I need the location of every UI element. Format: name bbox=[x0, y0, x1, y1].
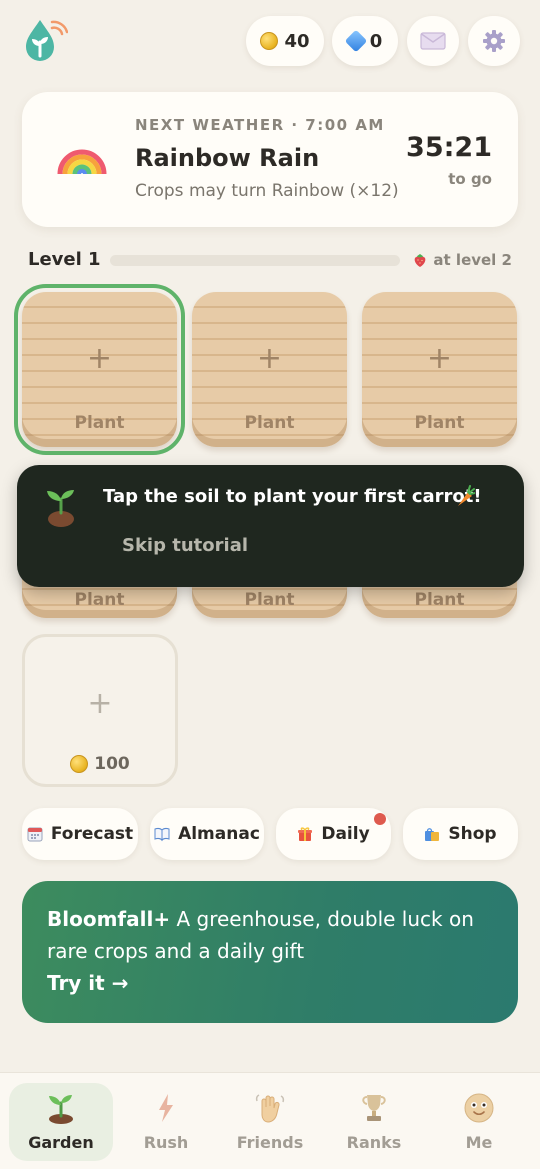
nav-me[interactable]: Me bbox=[427, 1083, 531, 1161]
nav-ranks[interactable]: Ranks bbox=[322, 1083, 426, 1161]
coin-icon bbox=[260, 32, 279, 50]
level-label: Level 1 bbox=[28, 249, 101, 270]
nav-label: Garden bbox=[28, 1133, 94, 1152]
plot-label: Plant bbox=[414, 413, 465, 433]
buy-plot-price: 100 bbox=[25, 754, 175, 774]
lightning-icon bbox=[159, 1094, 173, 1122]
promo-brand: Bloomfall+ bbox=[47, 907, 171, 931]
buy-plot-button[interactable]: + 100 bbox=[22, 634, 178, 787]
sprout-icon bbox=[47, 490, 74, 527]
level-reward-text: at level 2 bbox=[433, 251, 512, 269]
plot-label: Plant bbox=[244, 413, 295, 433]
coins-counter[interactable]: 40 bbox=[246, 16, 324, 66]
weather-countdown-suffix: to go bbox=[448, 170, 492, 188]
trophy-icon bbox=[362, 1095, 386, 1121]
plus-icon: + bbox=[87, 686, 113, 721]
almanac-label: Almanac bbox=[178, 824, 260, 844]
level-reward: at level 2 bbox=[413, 251, 512, 269]
gear-icon bbox=[483, 30, 505, 52]
weather-card[interactable]: NEXT WEATHER · 7:00 AM Rainbow Rain Crop… bbox=[22, 92, 518, 227]
app-logo-icon bbox=[26, 20, 68, 61]
almanac-button[interactable]: Almanac bbox=[150, 808, 264, 860]
carrot-icon bbox=[458, 485, 475, 506]
premium-promo-banner[interactable]: Bloomfall+ A greenhouse, double luck on … bbox=[22, 881, 518, 1023]
promo-text-block: Bloomfall+ A greenhouse, double luck on … bbox=[47, 903, 497, 967]
soil-plot[interactable]: + Plant bbox=[14, 284, 185, 455]
nav-rush[interactable]: Rush bbox=[114, 1083, 218, 1161]
coins-value: 40 bbox=[284, 30, 310, 52]
strawberry-icon bbox=[415, 254, 426, 267]
weather-countdown: 35:21 bbox=[406, 132, 492, 163]
promo-cta-button[interactable]: Try it → bbox=[47, 971, 128, 995]
sprout-icon bbox=[49, 1095, 73, 1124]
face-icon bbox=[464, 1093, 494, 1123]
bottom-navigation: Garden Rush Friends Ranks Me bbox=[0, 1072, 540, 1169]
nav-label: Ranks bbox=[346, 1133, 402, 1152]
nav-friends[interactable]: Friends bbox=[218, 1083, 322, 1161]
coin-icon bbox=[70, 755, 89, 773]
gems-value: 0 bbox=[369, 30, 383, 52]
level-progress-bar bbox=[110, 255, 400, 266]
mail-icon bbox=[420, 32, 446, 50]
daily-label: Daily bbox=[321, 824, 370, 844]
weather-subtitle: Crops may turn Rainbow (×12) bbox=[135, 181, 399, 201]
mail-button[interactable] bbox=[407, 16, 459, 66]
nav-label: Me bbox=[465, 1133, 493, 1152]
plus-icon: + bbox=[256, 341, 283, 376]
tutorial-message: Tap the soil to plant your first carrot! bbox=[103, 486, 482, 507]
plot-label: Plant bbox=[414, 590, 465, 610]
rainbow-icon bbox=[57, 149, 107, 175]
shop-button[interactable]: Shop bbox=[403, 808, 518, 860]
top-bar: 40 0 bbox=[0, 0, 540, 84]
daily-button[interactable]: Daily bbox=[276, 808, 391, 860]
settings-button[interactable] bbox=[468, 16, 520, 66]
book-icon bbox=[154, 827, 170, 842]
weather-title: Rainbow Rain bbox=[135, 144, 320, 172]
buy-plot-price-value: 100 bbox=[94, 754, 130, 774]
calendar-icon bbox=[27, 827, 43, 842]
nav-label: Rush bbox=[143, 1133, 189, 1152]
waving-hand-icon bbox=[255, 1094, 285, 1123]
soil-plot[interactable]: + Plant bbox=[192, 292, 347, 447]
soil-plot[interactable]: + Plant bbox=[362, 292, 517, 447]
plus-icon: + bbox=[426, 341, 453, 376]
plus-icon: + bbox=[86, 341, 113, 376]
notification-badge bbox=[374, 813, 386, 825]
shop-label: Shop bbox=[448, 824, 497, 844]
plot-label: Plant bbox=[244, 590, 295, 610]
nav-garden[interactable]: Garden bbox=[9, 1083, 113, 1161]
gems-counter[interactable]: 0 bbox=[332, 16, 398, 66]
shopping-bag-icon bbox=[425, 828, 440, 841]
weather-kicker: NEXT WEATHER · 7:00 AM bbox=[135, 116, 385, 134]
tutorial-tooltip: Tap the soil to plant your first carrot!… bbox=[17, 465, 524, 587]
forecast-button[interactable]: Forecast bbox=[22, 808, 138, 860]
plot-label: Plant bbox=[74, 413, 125, 433]
nav-label: Friends bbox=[236, 1133, 304, 1152]
gem-icon bbox=[344, 29, 368, 53]
gift-icon bbox=[298, 827, 313, 841]
forecast-label: Forecast bbox=[50, 824, 134, 844]
plot-label: Plant bbox=[74, 590, 125, 610]
skip-tutorial-button[interactable]: Skip tutorial bbox=[122, 535, 248, 556]
